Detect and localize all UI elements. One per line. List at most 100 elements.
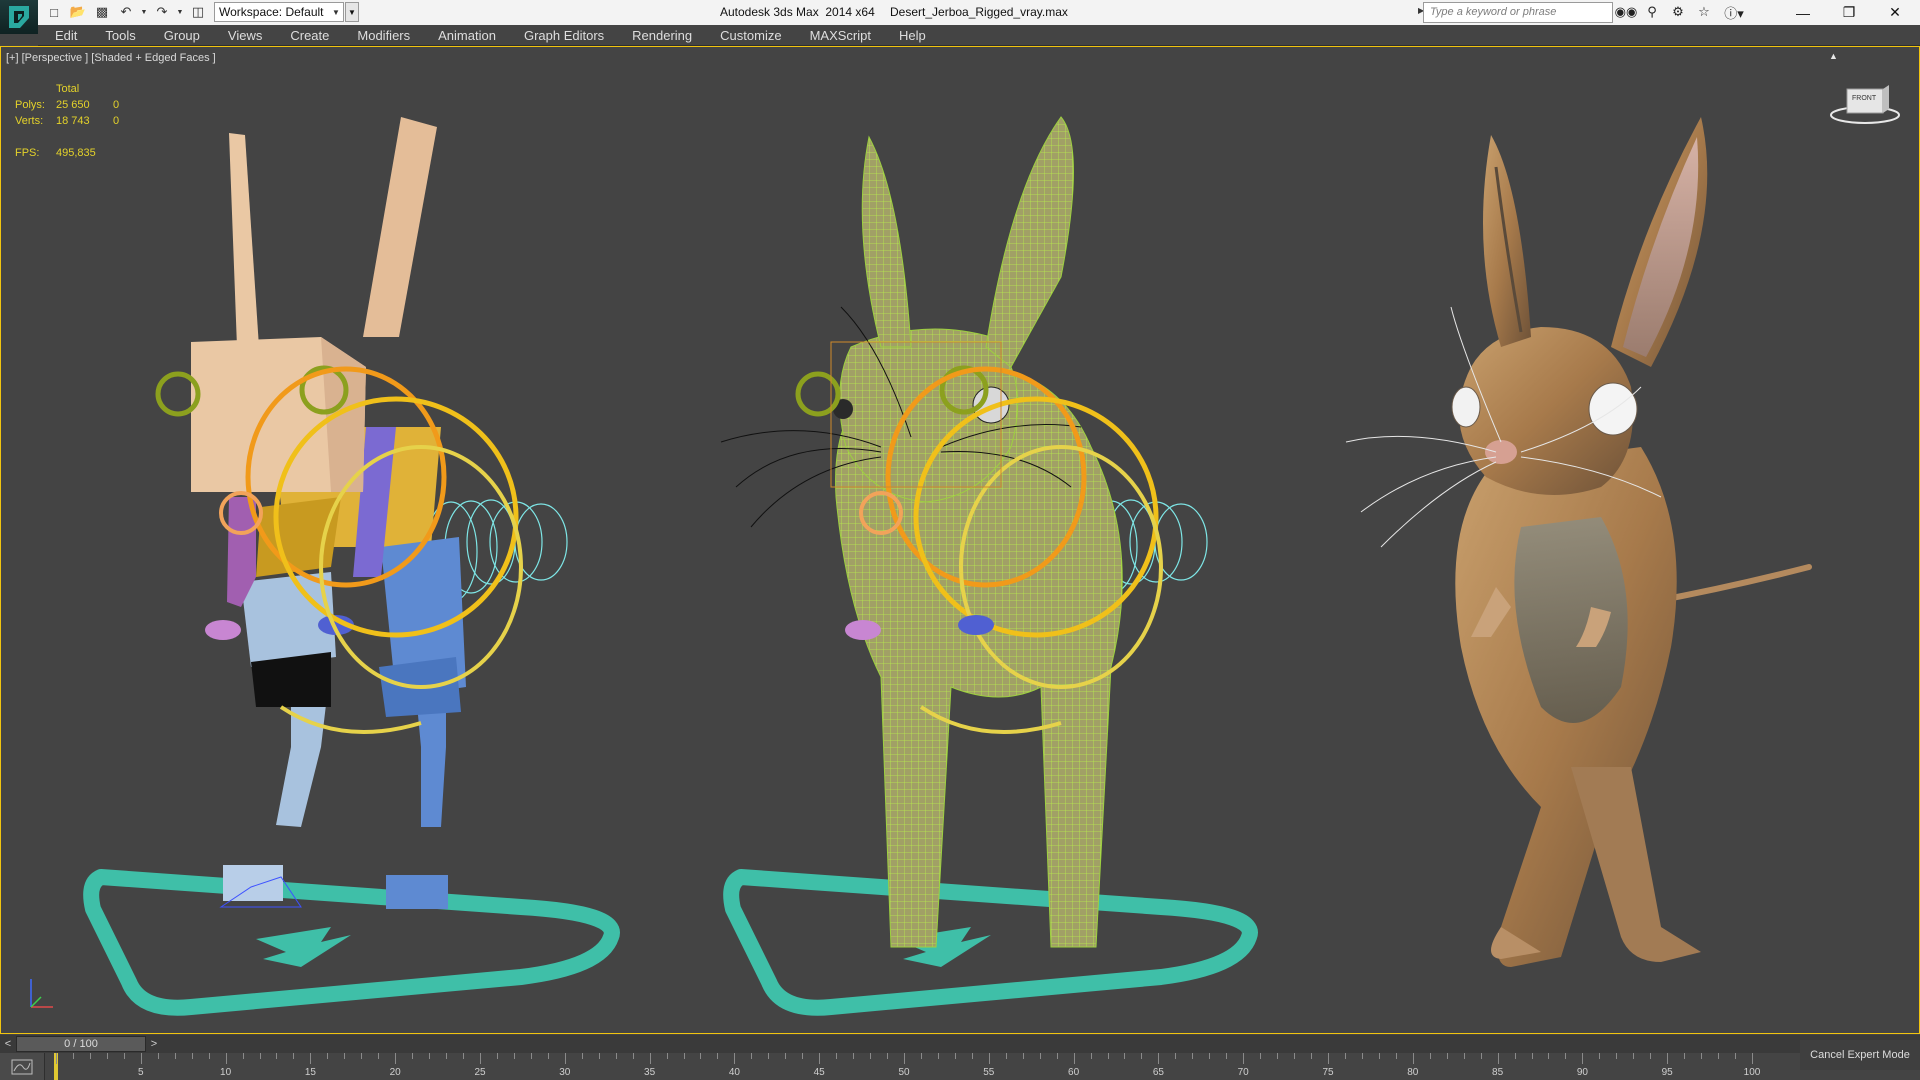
workspace-selector[interactable]: Workspace: Default ▼ — [214, 2, 344, 22]
help-icon[interactable]: ⓘ▾ — [1720, 2, 1748, 22]
menu-maxscript[interactable]: MAXScript — [796, 28, 885, 43]
frame-tick — [72, 1053, 74, 1059]
frame-tick — [1344, 1053, 1346, 1059]
frame-tick — [123, 1053, 125, 1059]
new-file-icon[interactable]: □ — [44, 2, 64, 22]
minimize-button[interactable]: — — [1780, 0, 1826, 25]
frame-tick — [1090, 1053, 1092, 1059]
frame-tick — [581, 1053, 583, 1059]
perspective-viewport[interactable]: [+] [Perspective ] [Shaded + Edged Faces… — [0, 46, 1920, 1034]
frame-tick — [1022, 1053, 1024, 1059]
frame-tick — [1192, 1053, 1194, 1059]
frame-tick — [259, 1053, 261, 1059]
infocenter-toolbar: ◉◉ ⚲ ⚙ ☆ ⓘ▾ — [1615, 2, 1748, 22]
star-icon[interactable]: ☆ — [1694, 2, 1714, 22]
mesh-wireframe[interactable] — [720, 116, 1258, 1016]
time-slider[interactable]: < 0 / 100 > — [0, 1035, 1920, 1053]
project-folder-icon[interactable]: ◫ — [188, 2, 208, 22]
menu-rendering[interactable]: Rendering — [618, 28, 706, 43]
undo-dropdown-icon[interactable]: ▼ — [140, 2, 148, 22]
redo-icon[interactable]: ↷ — [152, 2, 172, 22]
frame-tick — [412, 1053, 414, 1059]
file-name: Desert_Jerboa_Rigged_vray.max — [890, 5, 1068, 19]
frame-tick — [56, 1053, 57, 1064]
restore-icon: ❐ — [1842, 4, 1856, 20]
frame-label: 30 — [559, 1067, 571, 1078]
communication-center-icon[interactable]: ⚙ — [1668, 2, 1688, 22]
frame-tick — [870, 1053, 872, 1059]
frame-tick — [1616, 1053, 1618, 1059]
frame-tick — [1226, 1053, 1228, 1059]
help-search-input[interactable]: Type a keyword or phrase — [1423, 2, 1613, 23]
frame-tick — [734, 1053, 736, 1064]
close-button[interactable]: ✕ — [1872, 0, 1918, 25]
menu-animation[interactable]: Animation — [424, 28, 510, 43]
polys-total: 25 650 — [56, 99, 90, 111]
qat-customize-dropdown[interactable]: ▼ — [345, 2, 359, 22]
frame-tick — [920, 1053, 922, 1059]
frame-tick — [1463, 1053, 1465, 1059]
menu-views[interactable]: Views — [214, 28, 276, 43]
frame-ruler[interactable]: 0510152025303540455055606570758085909510… — [54, 1053, 1760, 1080]
menu-modifiers[interactable]: Modifiers — [343, 28, 424, 43]
frame-tick — [632, 1053, 634, 1059]
rig-skeleton[interactable] — [83, 117, 620, 1016]
frame-tick — [480, 1053, 481, 1064]
frame-tick — [1633, 1053, 1635, 1059]
frame-tick — [1361, 1053, 1363, 1059]
close-icon: ✕ — [1889, 4, 1901, 20]
frame-tick — [666, 1053, 668, 1059]
frame-tick — [1209, 1053, 1211, 1059]
frame-tick — [988, 1053, 990, 1064]
frame-tick — [1735, 1053, 1737, 1059]
save-icon[interactable]: ▩ — [92, 2, 112, 22]
polys-selected: 0 — [113, 99, 120, 111]
frame-label: 45 — [813, 1067, 825, 1078]
frame-tick — [1684, 1053, 1686, 1059]
frame-tick — [836, 1053, 838, 1059]
track-bar[interactable]: 0510152025303540455055606570758085909510… — [0, 1053, 1920, 1080]
menu-customize[interactable]: Customize — [706, 28, 795, 43]
frame-tick — [106, 1053, 108, 1059]
viewport-scene[interactable] — [1, 47, 1919, 1033]
next-frame-button[interactable]: > — [146, 1035, 162, 1053]
menu-group[interactable]: Group — [150, 28, 214, 43]
viewcube[interactable]: FRONT — [1825, 81, 1905, 129]
undo-icon[interactable]: ↶ — [116, 2, 136, 22]
frame-tick — [1107, 1053, 1109, 1059]
frame-label: 35 — [644, 1067, 656, 1078]
menu-help[interactable]: Help — [885, 28, 940, 43]
app-menu-button[interactable] — [0, 0, 38, 34]
menu-create[interactable]: Create — [276, 28, 343, 43]
frame-tick — [1412, 1053, 1414, 1064]
previous-frame-button[interactable]: < — [0, 1035, 16, 1053]
rendered-jerboa[interactable] — [1345, 117, 1812, 967]
open-file-icon[interactable]: 📂 — [68, 2, 88, 22]
open-mini-curve-editor-button[interactable] — [0, 1053, 45, 1080]
frame-tick — [1582, 1053, 1584, 1064]
frame-label: 60 — [1068, 1067, 1080, 1078]
frame-tick — [225, 1053, 227, 1064]
binoculars-icon[interactable]: ◉◉ — [1615, 2, 1638, 22]
frame-tick — [1311, 1053, 1313, 1059]
fps-readout: FPS: 495,835 — [15, 147, 96, 159]
time-slider-thumb[interactable]: 0 / 100 — [16, 1036, 146, 1052]
viewport-label[interactable]: [+] [Perspective ] [Shaded + Edged Faces… — [6, 52, 216, 64]
viewcube-icon — [1830, 85, 1900, 124]
frame-tick — [276, 1053, 278, 1059]
frame-tick — [1158, 1053, 1160, 1064]
frame-label: 40 — [728, 1067, 740, 1078]
frame-tick — [174, 1053, 176, 1059]
menu-graph-editors[interactable]: Graph Editors — [510, 28, 618, 43]
key-icon[interactable]: ⚲ — [1642, 2, 1662, 22]
restore-button[interactable]: ❐ — [1826, 0, 1872, 25]
menu-edit[interactable]: Edit — [38, 28, 91, 43]
menu-tools[interactable]: Tools — [91, 28, 149, 43]
redo-dropdown-icon[interactable]: ▼ — [176, 2, 184, 22]
frame-tick — [937, 1053, 939, 1059]
frame-tick — [1514, 1053, 1516, 1059]
frame-tick — [293, 1053, 295, 1059]
lock-icon[interactable]: ▲ — [1829, 51, 1839, 61]
curve-editor-icon — [11, 1059, 33, 1074]
cancel-expert-mode-button[interactable]: Cancel Expert Mode — [1800, 1040, 1920, 1070]
